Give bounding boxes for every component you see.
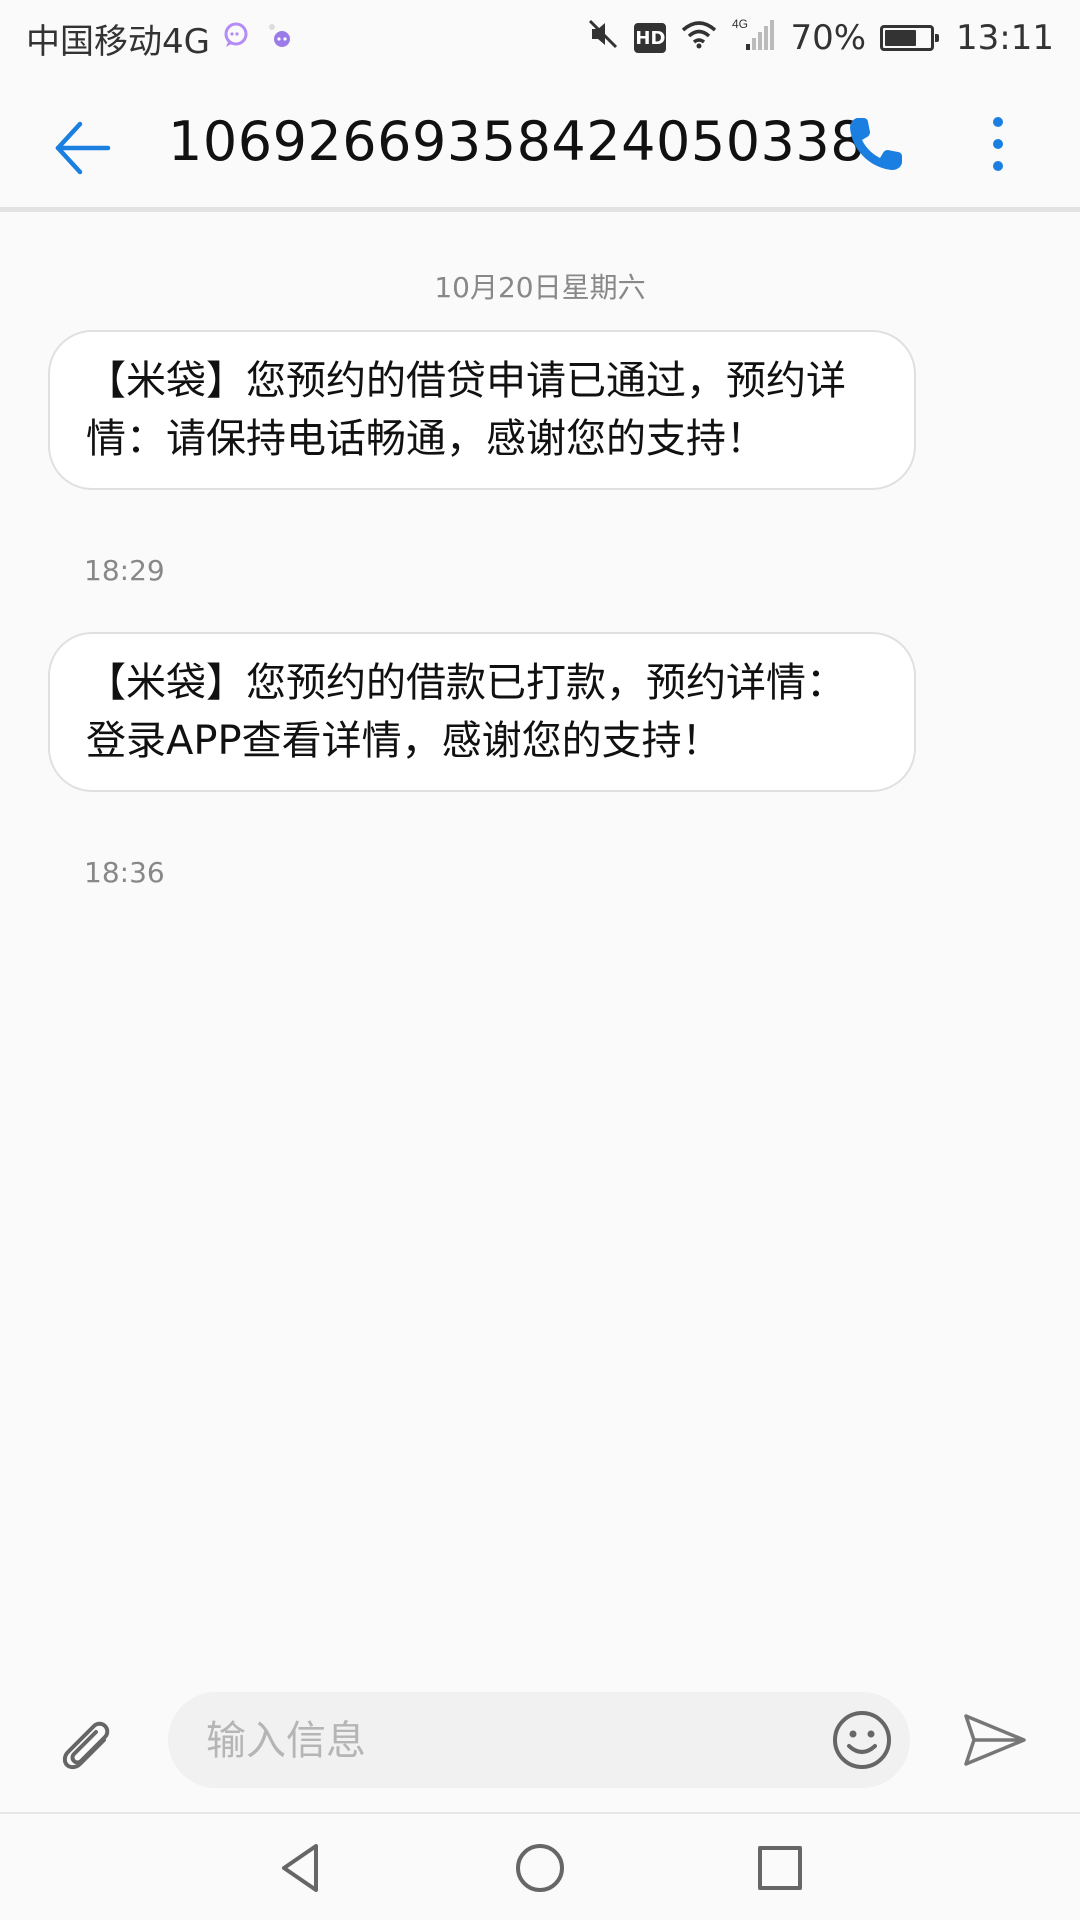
send-button[interactable]	[962, 1710, 1028, 1770]
back-button[interactable]	[50, 116, 114, 180]
message-text: 【米袋】您预约的借款已打款，预约详情：登录APP查看详情，感谢您的支持！	[86, 660, 846, 764]
chat-bubble-icon	[222, 18, 250, 58]
more-options-button[interactable]	[978, 112, 1018, 176]
message-bubble[interactable]: 【米袋】您预约的借款已打款，预约详情：登录APP查看详情，感谢您的支持！	[48, 632, 916, 792]
attach-button[interactable]	[52, 1710, 118, 1776]
status-time: 13:11	[956, 18, 1054, 58]
nav-home-button[interactable]	[510, 1838, 570, 1898]
nav-home-icon	[516, 1844, 564, 1892]
back-arrow-icon	[55, 121, 111, 175]
battery-icon	[880, 25, 940, 51]
mute-icon	[586, 17, 620, 60]
message-input[interactable]	[204, 1692, 768, 1790]
message-bubble[interactable]: 【米袋】您预约的借贷申请已通过，预约详情：请保持电话畅通，感谢您的支持！	[48, 330, 916, 490]
status-right: HD 4G 70% 13:11	[586, 16, 1054, 61]
compose-bar	[0, 1680, 1080, 1800]
status-bar: 中国移动4G HD 4G 70% 13:11	[0, 0, 1080, 76]
more-vert-icon	[993, 117, 1003, 171]
call-button[interactable]	[844, 112, 908, 176]
battery-percent: 70%	[790, 18, 867, 58]
message-text: 【米袋】您预约的借贷申请已通过，预约详情：请保持电话畅通，感谢您的支持！	[86, 358, 846, 462]
hd-icon: HD	[634, 23, 667, 53]
app-bar: 1069266935842405033​8	[0, 76, 1080, 212]
battery-level-fill	[885, 30, 916, 46]
emoji-button[interactable]	[830, 1708, 894, 1772]
nav-recents-button[interactable]	[750, 1838, 810, 1898]
conversation-title: 1069266935842405033​8	[168, 110, 866, 173]
message-time: 18:36	[84, 856, 165, 889]
message-time: 18:29	[84, 554, 165, 587]
carrier-label: 中国移动4G	[26, 21, 210, 62]
send-icon	[964, 1714, 1026, 1766]
nav-back-icon	[282, 1844, 318, 1892]
status-left: 中国移动4G	[26, 14, 296, 63]
nav-recents-icon	[758, 1846, 802, 1890]
phone-icon	[850, 118, 902, 170]
paperclip-icon	[62, 1721, 110, 1770]
sms-conversation-screen: 中国移动4G HD 4G 70% 13:11 10692669358424050…	[0, 0, 1080, 1920]
nav-back-button[interactable]	[270, 1838, 330, 1898]
network-type-label: 4G	[732, 17, 748, 31]
signal-icon: 4G	[732, 16, 776, 61]
date-separator: 10月20日星期六	[434, 271, 646, 304]
cloud-app-icon	[262, 18, 296, 58]
system-nav-bar	[0, 1812, 1080, 1920]
wifi-icon	[680, 18, 718, 59]
emoji-icon	[833, 1711, 891, 1769]
message-input-container	[168, 1692, 910, 1790]
